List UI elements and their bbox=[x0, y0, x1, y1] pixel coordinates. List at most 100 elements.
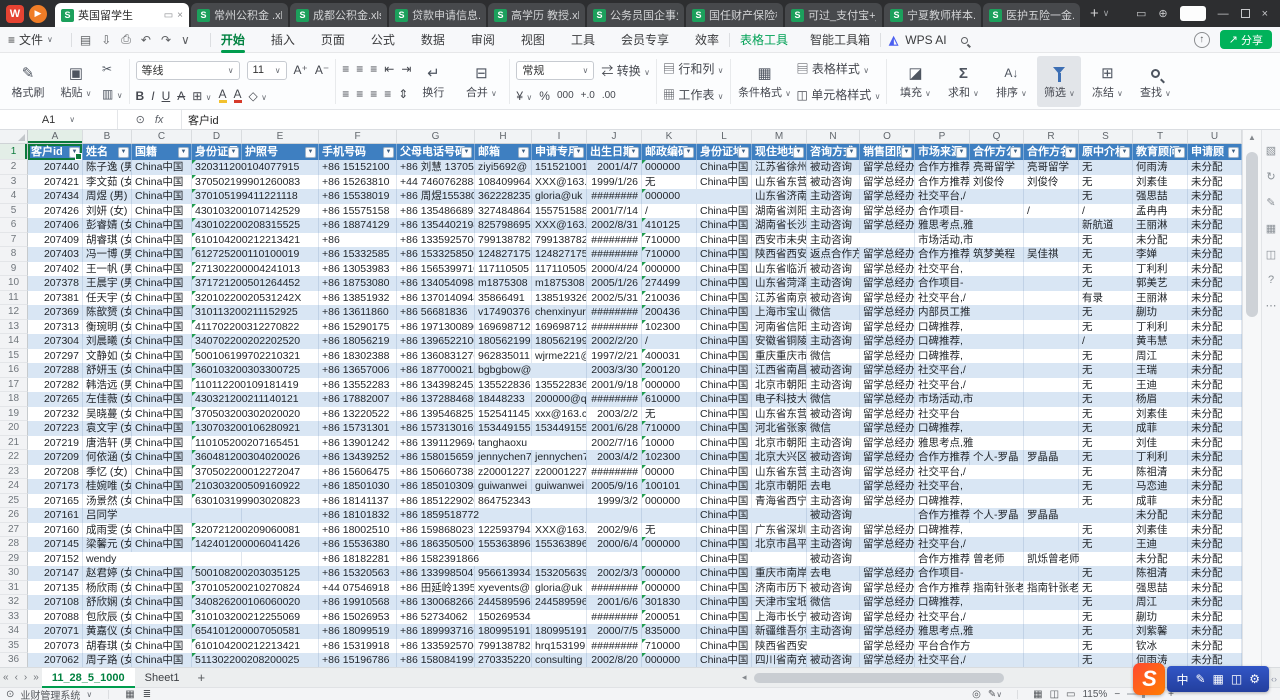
row-number[interactable]: 29 bbox=[0, 552, 28, 567]
cell[interactable]: 未分配 bbox=[1188, 436, 1242, 451]
cell[interactable]: 胡睿琪 (女 bbox=[83, 233, 132, 248]
cell[interactable]: 成菲 bbox=[1133, 421, 1188, 436]
cell[interactable]: +86 周煜155380 bbox=[397, 189, 475, 204]
ime-key-1[interactable]: 中 bbox=[1176, 671, 1188, 688]
font-size-select[interactable]: 11∨ bbox=[247, 61, 287, 80]
cell[interactable]: 未分配 bbox=[1188, 233, 1242, 248]
cell[interactable] bbox=[1024, 479, 1079, 494]
cell[interactable]: 207313 bbox=[28, 320, 83, 335]
cell[interactable] bbox=[475, 552, 532, 567]
cell[interactable] bbox=[242, 508, 319, 523]
cell[interactable]: 2002/7/16 bbox=[587, 436, 642, 451]
cell[interactable]: 000000 bbox=[642, 378, 697, 393]
cell[interactable]: 207282 bbox=[28, 378, 83, 393]
cell[interactable]: 留学总经办 bbox=[860, 494, 915, 509]
cell[interactable] bbox=[1079, 508, 1133, 523]
cell[interactable]: 新航道 bbox=[1079, 218, 1133, 233]
cell[interactable]: 被动咨询 bbox=[807, 508, 860, 523]
cell[interactable]: 207135 bbox=[28, 581, 83, 596]
cell[interactable]: 180995191 bbox=[532, 624, 587, 639]
cell[interactable]: 153205639 bbox=[532, 566, 587, 581]
cell[interactable]: ######## bbox=[587, 189, 642, 204]
cell[interactable]: 207073 bbox=[28, 639, 83, 654]
cell[interactable]: 去电 bbox=[807, 479, 860, 494]
cell[interactable]: 962835011 bbox=[475, 349, 532, 364]
cell[interactable]: 主动咨询 bbox=[807, 320, 860, 335]
cell[interactable]: 强思喆 bbox=[1133, 581, 1188, 596]
cell[interactable]: +86 1565399710 bbox=[397, 262, 475, 277]
cell[interactable]: ######## bbox=[587, 581, 642, 596]
cell[interactable]: 杨眉 bbox=[1133, 392, 1188, 407]
column-header-D[interactable]: D bbox=[192, 130, 242, 144]
cell[interactable]: 社交平台 bbox=[915, 407, 970, 422]
file-tab[interactable]: S公务员国企事业单位 bbox=[587, 3, 684, 27]
cell[interactable]: China中国 bbox=[697, 407, 752, 422]
cell[interactable]: +86 刘慧 137052 bbox=[397, 160, 475, 175]
cell[interactable]: China中国 bbox=[697, 494, 752, 509]
cell[interactable]: China中国 bbox=[697, 175, 752, 190]
cell[interactable]: ######## bbox=[587, 465, 642, 480]
cut-button[interactable]: ✂ bbox=[102, 62, 123, 76]
cell[interactable]: 207265 bbox=[28, 392, 83, 407]
cell[interactable]: 207147 bbox=[28, 566, 83, 581]
cell[interactable]: xxx@163.c bbox=[532, 407, 587, 422]
cell[interactable]: 天津市宝坻 bbox=[752, 595, 807, 610]
cell[interactable]: 个人-罗晶 bbox=[970, 450, 1024, 465]
cell[interactable] bbox=[642, 508, 697, 523]
cell[interactable]: 北京大兴区 bbox=[752, 450, 807, 465]
cell[interactable]: +86 1533258500 bbox=[397, 247, 475, 262]
cell[interactable]: +86 18753080 bbox=[319, 276, 397, 291]
cell[interactable]: 207145 bbox=[28, 537, 83, 552]
cell[interactable]: 169698712 bbox=[475, 320, 532, 335]
upgrade-icon[interactable]: ↑ bbox=[1194, 32, 1210, 48]
row-number[interactable]: 19 bbox=[0, 407, 28, 422]
cell[interactable]: 陕西省西安 bbox=[752, 639, 807, 654]
cell[interactable]: 留学总经办 bbox=[860, 204, 915, 219]
cell[interactable]: 罗晶晶 bbox=[1024, 450, 1079, 465]
cell[interactable]: 无 bbox=[1079, 160, 1133, 175]
cell[interactable]: 320311200104077915 bbox=[192, 160, 242, 175]
filter-button[interactable]: 筛选 ∨ bbox=[1037, 56, 1081, 107]
cell[interactable]: 无 bbox=[642, 523, 697, 538]
cell[interactable]: 000000 bbox=[642, 653, 697, 667]
cell[interactable]: 370502199901260083 bbox=[192, 175, 242, 190]
cell[interactable] bbox=[1024, 349, 1079, 364]
name-box[interactable]: A1 ∨ bbox=[0, 110, 118, 129]
vertical-scroll-thumb[interactable] bbox=[1246, 152, 1258, 317]
filter-dropdown-icon[interactable]: ▼ bbox=[1065, 147, 1076, 158]
column-header-O[interactable]: O bbox=[860, 130, 915, 144]
column-header-M[interactable]: M bbox=[752, 130, 807, 144]
cell[interactable]: xyevents@ bbox=[475, 581, 532, 596]
cell[interactable]: 合作方推荐 bbox=[915, 450, 970, 465]
cell[interactable]: m1875308 bbox=[475, 276, 532, 291]
cell[interactable]: 799138782 bbox=[532, 233, 587, 248]
cell[interactable]: +86 15332585 bbox=[319, 247, 397, 262]
row-number[interactable]: 32 bbox=[0, 595, 28, 610]
cell[interactable]: +86 bbox=[319, 233, 397, 248]
cell[interactable]: 无 bbox=[1079, 523, 1133, 538]
cell[interactable]: 李婵 bbox=[1133, 247, 1188, 262]
header-cell[interactable]: 邮箱▼ bbox=[475, 144, 532, 160]
cell[interactable]: m1875308 bbox=[532, 276, 587, 291]
row-number[interactable]: 3 bbox=[0, 175, 28, 190]
cell[interactable]: China中国 bbox=[132, 479, 192, 494]
cell[interactable] bbox=[970, 407, 1024, 422]
cell[interactable]: +86 1335925706 bbox=[397, 639, 475, 654]
cell[interactable] bbox=[587, 552, 642, 567]
cell[interactable]: 108409964 bbox=[475, 175, 532, 190]
row-number[interactable]: 11 bbox=[0, 291, 28, 306]
cell[interactable]: / bbox=[642, 204, 697, 219]
table-style-button[interactable]: ▤ 表格样式 ∨ bbox=[797, 60, 870, 77]
cell[interactable]: 124827175 bbox=[475, 247, 532, 262]
cell[interactable]: 李文茹 (女 bbox=[83, 175, 132, 190]
cell[interactable]: 北京市昌平 bbox=[752, 537, 807, 552]
cell[interactable]: wjrme221@ bbox=[532, 349, 587, 364]
status-icon-2[interactable]: ≣ bbox=[143, 689, 151, 700]
cell[interactable]: 10000 bbox=[642, 436, 697, 451]
cell[interactable]: 留学总经办 bbox=[860, 436, 915, 451]
sidebar-icon-6[interactable]: ? bbox=[1268, 274, 1274, 286]
cell[interactable]: +86 1300682663 bbox=[397, 595, 475, 610]
sidebar-icon-7[interactable]: ⋯ bbox=[1266, 299, 1277, 312]
cell[interactable]: 王迪 bbox=[1133, 378, 1188, 393]
rows-cols-button[interactable]: ▤ 行和列 ∨ bbox=[663, 60, 724, 77]
